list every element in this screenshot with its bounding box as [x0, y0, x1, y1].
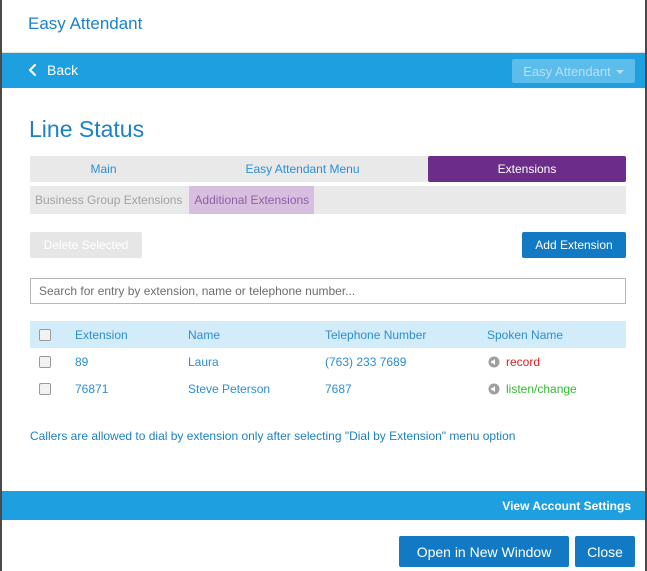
table-header: Extension Name Telephone Number Spoken N… [30, 321, 626, 348]
header-telephone[interactable]: Telephone Number [325, 328, 426, 342]
tab-extensions[interactable]: Extensions [428, 156, 626, 182]
cell-name: Steve Peterson [188, 382, 271, 396]
view-account-settings-link[interactable]: View Account Settings [502, 499, 631, 513]
header-spoken-name[interactable]: Spoken Name [487, 328, 563, 342]
tab-main[interactable]: Main [30, 156, 177, 182]
table-row: 89 Laura (763) 233 7689 record [30, 350, 626, 374]
nav-bar: Back Easy Attendant [2, 53, 645, 88]
sub-tabs: Business Group Extensions Additional Ext… [30, 186, 626, 214]
page-title: Line Status [29, 116, 145, 142]
delete-selected-button[interactable]: Delete Selected [30, 232, 142, 258]
speaker-icon [488, 356, 500, 368]
chevron-left-icon [28, 63, 37, 77]
subtab-additional-extensions[interactable]: Additional Extensions [189, 186, 315, 214]
listen-change-link[interactable]: listen/change [506, 382, 577, 396]
row-checkbox[interactable] [39, 383, 51, 395]
back-label: Back [47, 62, 79, 78]
main-tabs: Main Easy Attendant Menu Extensions [30, 156, 626, 182]
account-dropdown-label: Easy Attendant [523, 63, 611, 79]
record-link[interactable]: record [506, 355, 540, 369]
caret-down-icon [615, 70, 624, 74]
tab-easy-attendant-menu[interactable]: Easy Attendant Menu [177, 156, 428, 182]
cell-extension: 76871 [75, 382, 109, 396]
cell-extension: 89 [75, 355, 89, 369]
cell-telephone: (763) 233 7689 [325, 355, 407, 369]
add-extension-button[interactable]: Add Extension [522, 232, 626, 258]
cell-telephone: 7687 [325, 382, 352, 396]
back-button[interactable]: Back [28, 62, 78, 78]
search-input[interactable] [30, 278, 626, 304]
window-frame: Easy Attendant Back Easy Attendant Line … [0, 0, 647, 571]
speaker-icon [488, 383, 500, 395]
app-title: Easy Attendant [28, 14, 143, 33]
table-row: 76871 Steve Peterson 7687 listen/change [30, 377, 626, 401]
title-bar: Easy Attendant [2, 0, 645, 53]
select-all-checkbox[interactable] [39, 328, 51, 341]
dial-by-extension-note: Callers are allowed to dial by extension… [30, 429, 516, 443]
footer-bar: View Account Settings [2, 491, 645, 520]
header-extension[interactable]: Extension [75, 328, 128, 342]
header-name[interactable]: Name [188, 328, 220, 342]
subtab-business-group-extensions[interactable]: Business Group Extensions [30, 186, 187, 214]
cell-name: Laura [188, 355, 219, 369]
open-in-new-window-button[interactable]: Open in New Window [399, 536, 569, 567]
row-checkbox[interactable] [39, 356, 51, 368]
close-button[interactable]: Close [575, 536, 635, 567]
account-dropdown[interactable]: Easy Attendant [512, 59, 635, 83]
